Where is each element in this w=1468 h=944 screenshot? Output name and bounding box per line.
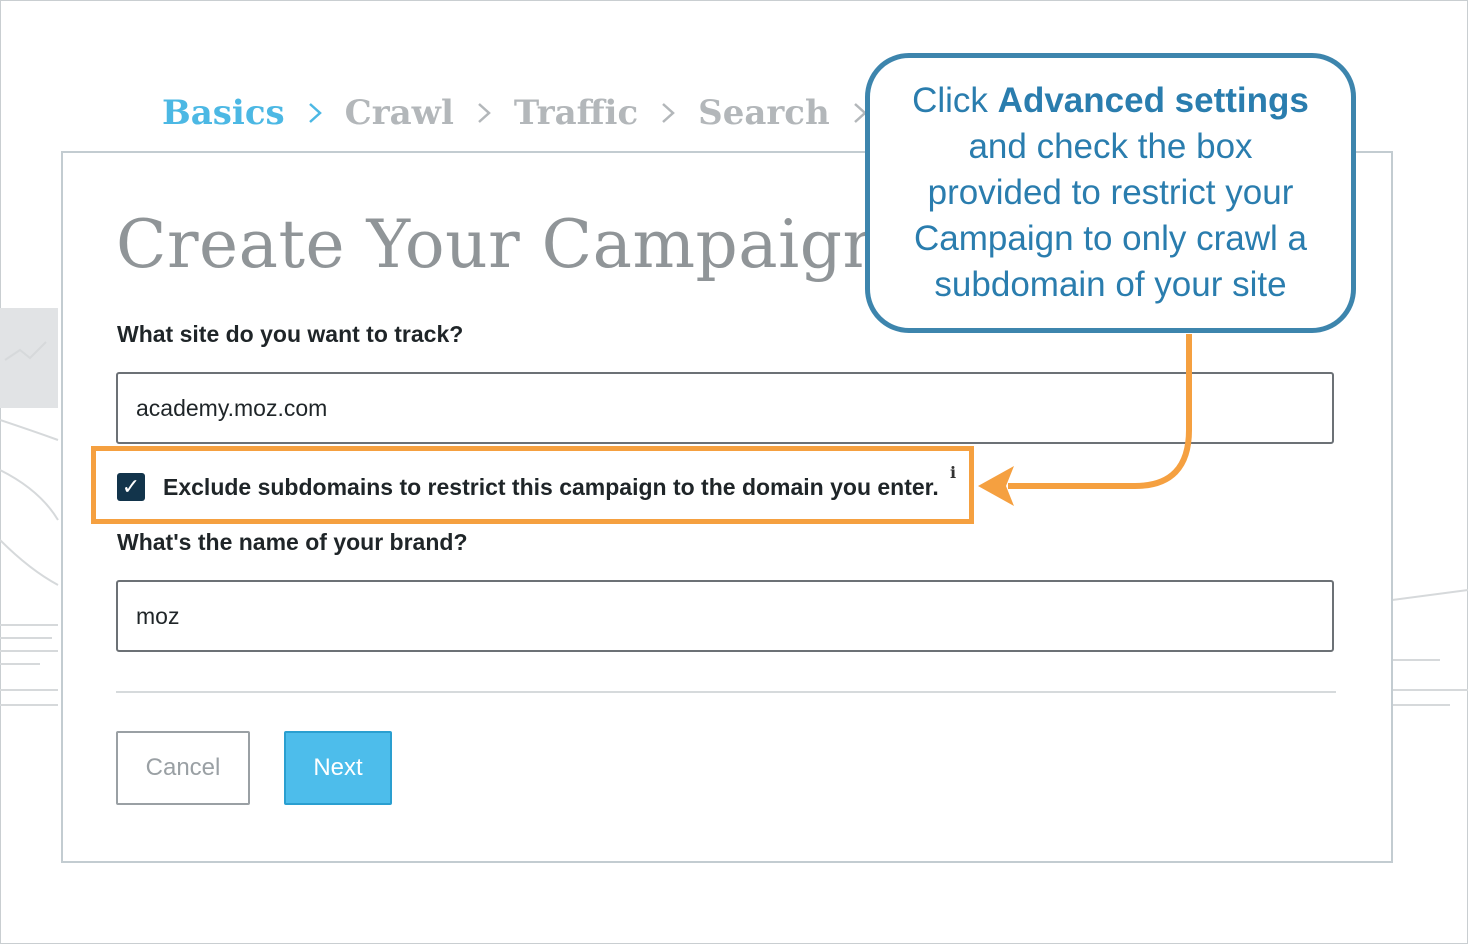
brand-name-input[interactable] <box>116 580 1334 652</box>
instruction-callout: Click Advanced settings and check the bo… <box>865 53 1356 333</box>
callout-text-bold: Advanced settings <box>997 81 1309 120</box>
info-icon[interactable]: i <box>950 463 956 482</box>
form-divider <box>116 691 1336 693</box>
chevron-right-icon <box>454 102 514 124</box>
callout-arrow <box>978 334 1192 506</box>
step-traffic[interactable]: Traffic <box>514 93 638 133</box>
step-basics[interactable]: Basics <box>162 93 285 133</box>
campaign-steps-breadcrumb: Basics Crawl Traffic Search K <box>162 90 919 136</box>
callout-text-line5: subdomain of your site <box>934 265 1287 304</box>
callout-text-line2: and check the box <box>968 127 1253 166</box>
step-crawl[interactable]: Crawl <box>345 93 454 133</box>
step-search[interactable]: Search <box>698 93 830 133</box>
exclude-subdomains-label[interactable]: Exclude subdomains to restrict this camp… <box>163 474 939 501</box>
site-field-label: What site do you want to track? <box>117 321 464 347</box>
checkmark-icon: ✓ <box>121 474 141 499</box>
page-title: Create Your Campaign <box>116 206 886 283</box>
brand-field-label: What's the name of your brand? <box>117 529 468 555</box>
callout-text-line3: provided to restrict your <box>927 173 1294 212</box>
callout-text-prefix: Click <box>912 81 998 120</box>
chevron-right-icon <box>638 102 698 124</box>
callout-text-line4: Campaign to only crawl a <box>914 219 1307 258</box>
exclude-subdomains-checkbox[interactable]: ✓ <box>117 473 145 501</box>
cancel-button[interactable]: Cancel <box>116 731 250 805</box>
next-button[interactable]: Next <box>284 731 392 805</box>
chevron-right-icon <box>285 102 345 124</box>
